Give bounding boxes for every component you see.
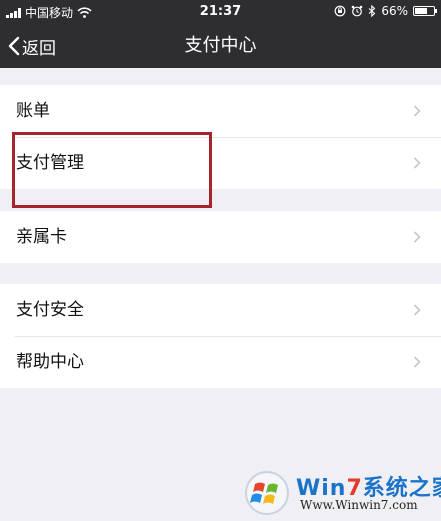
nav-bar: 返回 支付中心 (0, 24, 441, 68)
menu-item-label: 账单 (16, 101, 50, 121)
highlight-box (12, 132, 212, 208)
chevron-right-icon (413, 231, 421, 243)
menu-item-payment-security[interactable]: 支付安全 (0, 284, 441, 336)
menu-item-label: 支付安全 (16, 300, 84, 320)
watermark: Win7系统之家 Www.Winwin7.com (244, 466, 441, 520)
chevron-right-icon (413, 356, 421, 368)
menu-item-label: 帮助中心 (16, 352, 84, 372)
status-right: 66% (334, 4, 437, 18)
menu-item-label: 亲属卡 (16, 227, 67, 247)
battery-level (415, 8, 427, 14)
chevron-right-icon (413, 105, 421, 117)
windows-logo-icon (245, 471, 289, 515)
chevron-right-icon (413, 157, 421, 169)
menu-item-help-center[interactable]: 帮助中心 (0, 336, 441, 388)
battery-percent: 66% (381, 4, 408, 18)
watermark-url: Www.Winwin7.com (300, 498, 418, 512)
menu-group-3: 支付安全 帮助中心 (0, 284, 441, 388)
rotation-lock-icon (334, 5, 346, 17)
menu-item-family-card[interactable]: 亲属卡 (0, 211, 441, 263)
menu-item-bill[interactable]: 账单 (0, 85, 441, 137)
bluetooth-icon (368, 5, 376, 17)
battery-icon (413, 6, 437, 16)
status-bar: 中国移动 21:37 66% (0, 0, 441, 24)
chevron-right-icon (413, 304, 421, 316)
menu-group-2: 亲属卡 (0, 211, 441, 263)
alarm-icon (352, 5, 363, 17)
page-title: 支付中心 (184, 35, 257, 56)
